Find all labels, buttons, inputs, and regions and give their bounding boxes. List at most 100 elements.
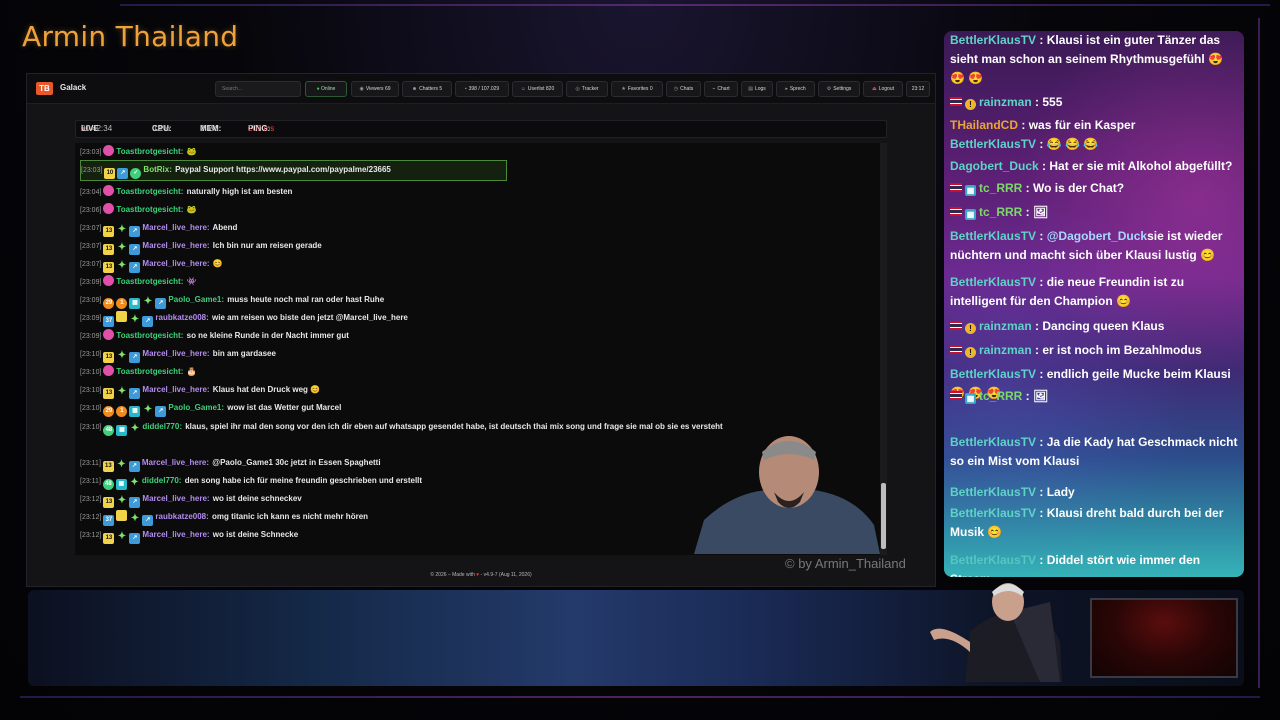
chat-username[interactable]: Toastbrotgesicht: [116,277,183,286]
chats-label: Chats [680,86,694,92]
overlay-chat-message: BettlerKlausTV : Diddel stört wie immer … [950,551,1240,577]
overlay-chat-text: 🖼 [1033,389,1049,403]
file-icon: ▤ [748,86,753,92]
chat-message-text: 🐸 [184,147,197,156]
streamer-webcam [694,430,880,554]
mem-value: 2.4% [200,124,219,133]
chat-timestamp: [23:10] [80,351,102,358]
logout-icon: ⏏ [871,86,877,92]
chat-username[interactable]: Toastbrotgesicht: [116,147,183,156]
userlist-button[interactable]: ☺ Userlist 820 [512,81,563,97]
chat-timestamp: [23:06] [80,207,102,214]
frame-right-line [1258,18,1260,688]
messages-button[interactable]: ▪ 398 / 107.029 [455,81,509,97]
logout-button[interactable]: ⏏ Logout [863,81,903,97]
overlay-chat-username: BettlerKlausTV [950,275,1037,289]
chat-message-text: wo ist deine schneckev [210,494,302,503]
overlay-chat-username: rainzman [979,319,1032,333]
online-status-button[interactable]: ● Online [305,81,347,97]
search-input[interactable]: Search... [215,81,301,97]
chat-message[interactable]: [23:07] 13 ✦ ↗ Marcel_live_here: 😊 [80,255,850,273]
settings-button[interactable]: ⚙ Settings [818,81,860,97]
live-status-bar: ● LIVE 00:42:34 CPU: 0.1% MEM: 2.4% PING… [75,120,887,138]
chat-username[interactable]: BotRix: [143,165,171,174]
chat-message[interactable]: [23:10] 29 1 ▦ ✦ ↗ Paolo_Game1: wow ist das We… [80,399,850,417]
user-badge-icon: 13 [102,461,114,472]
chat-message[interactable]: [23:10] 13 ✦ ↗ Marcel_live_here: bin am gard… [80,345,850,363]
chat-username[interactable]: Paolo_Game1: [168,403,224,412]
chats-button[interactable]: ◷ Chats [666,81,701,97]
chat-username[interactable]: diddel770: [142,476,182,485]
app-logo: TB [36,82,53,95]
chat-username[interactable]: Marcel_live_here: [142,259,209,268]
chat-username[interactable]: raubkatze008: [155,512,208,521]
chat-username[interactable]: diddel770: [142,422,182,431]
chat-username[interactable]: Marcel_live_here: [142,494,209,503]
chat-message-text: wow ist das Wetter gut Marcel [225,403,342,412]
chat-message[interactable]: [23:07] 13 ✦ ↗ Marcel_live_here: Ich bin nur… [80,237,850,255]
chat-message-text: 👾 [184,277,197,286]
user-badge-icon: ✦ [117,224,127,235]
chat-message-text: so ne kleine Runde in der Nacht immer gu… [184,331,349,340]
user-badge-icon: 10 [104,168,116,179]
sprech-button[interactable]: ▸ Sprech [776,81,815,97]
chat-message[interactable]: [23:09] Toastbrotgesicht: 👾 [80,273,850,291]
chat-username[interactable]: Paolo_Game1: [168,295,224,304]
overlay-chat-text: 😂 😂 😂 [1046,137,1099,151]
chat-message[interactable]: [23:06] Toastbrotgesicht: 🐸 [80,201,850,219]
overlay-chat-message: BettlerKlausTV : Lady [950,483,1240,502]
logs-button[interactable]: ▤ Logs [741,81,773,97]
chat-message[interactable]: [23:09] 37 ✦ ↗ raubkatze008: wie am reisen w… [80,309,850,327]
chat-username[interactable]: Marcel_live_here: [142,349,209,358]
chat-username[interactable]: Marcel_live_here: [142,241,209,250]
viewers-button[interactable]: ◉ Viewers 69 [351,81,399,97]
eye-icon: ◉ [359,86,364,92]
chat-username[interactable]: Marcel_live_here: [142,385,209,394]
separator: : [1036,137,1047,151]
highlighted-chat-message[interactable]: [23:03] 10 ↗ ✓ BotRix: Paypal Support https:… [80,160,507,181]
chat-message[interactable]: [23:04] Toastbrotgesicht: naturally high … [80,183,850,201]
chat-message[interactable]: [23:09] 29 1 ▦ ✦ ↗ Paolo_Game1: muss heute noc… [80,291,850,309]
chat-username[interactable]: Marcel_live_here: [142,530,209,539]
chat-timestamp: [23:07] [80,243,102,250]
user-badge-icon: 13 [103,388,115,399]
user-badge-icon: ✦ [143,404,153,415]
separator: : [1022,205,1034,219]
overlay-chat-username: tc_RRR [979,205,1023,219]
scrollbar-thumb[interactable] [881,483,886,549]
overlay-chat-username: Dagobert_Duck [950,159,1039,173]
chat-scrollbar[interactable] [880,143,887,555]
chat-username[interactable]: Toastbrotgesicht: [116,331,183,340]
overlay-chat-username: BettlerKlausTV [950,485,1037,499]
user-badge-icon: 13 [103,533,115,544]
chat-username[interactable]: Marcel_live_here: [142,223,209,232]
chat-message[interactable]: [23:09] Toastbrotgesicht: so ne kleine Ru… [80,327,850,345]
overlay-chat-username: BettlerKlausTV [950,33,1037,47]
chat-message[interactable]: [23:03] Toastbrotgesicht: 🐸 [80,143,850,161]
overlay-chat-username: BettlerKlausTV [950,553,1037,567]
chat-message-text: klaus, spiel ihr mal den song vor den ic… [183,422,723,431]
overlay-chat-message: BettlerKlausTV : 😂 😂 😂 [950,135,1240,154]
favorites-button[interactable]: ★ Favorites 0 [611,81,663,97]
thai-flag-icon [950,207,962,216]
user-badge-icon: ✓ [130,168,142,179]
user-badge-icon: ! [965,347,976,358]
user-badge-icon: ✦ [117,350,127,361]
chat-username[interactable]: Toastbrotgesicht: [116,187,183,196]
chatters-button[interactable]: ☻ Chatters 5 [402,81,452,97]
chart-button[interactable]: ⌁ Chart [704,81,738,97]
settings-label: Settings [833,86,852,92]
chat-username[interactable]: raubkatze008: [155,313,208,322]
user-badge-icon [116,510,128,521]
user-badge-icon: ↗ [129,262,141,273]
chat-message[interactable]: [23:10] 13 ✦ ↗ Marcel_live_here: Klaus hat d… [80,381,850,399]
user-badge-icon: ▦ [115,479,127,490]
chat-username[interactable]: Toastbrotgesicht: [116,205,183,214]
chat-username[interactable]: Marcel_live_here: [142,458,209,467]
overlay-chat-text: Hat er sie mit Alkohol abgefüllt? [1049,159,1233,173]
chat-message[interactable]: [23:10] Toastbrotgesicht: 🎂 [80,363,850,381]
chat-message[interactable]: [23:07] 13 ✦ ↗ Marcel_live_here: Abend [80,219,850,237]
tracker-button[interactable]: ◎ Tracker [566,81,608,97]
chat-username[interactable]: Toastbrotgesicht: [116,367,183,376]
overlay-chat-message: Dagobert_Duck : Hat er sie mit Alkohol a… [950,157,1240,176]
